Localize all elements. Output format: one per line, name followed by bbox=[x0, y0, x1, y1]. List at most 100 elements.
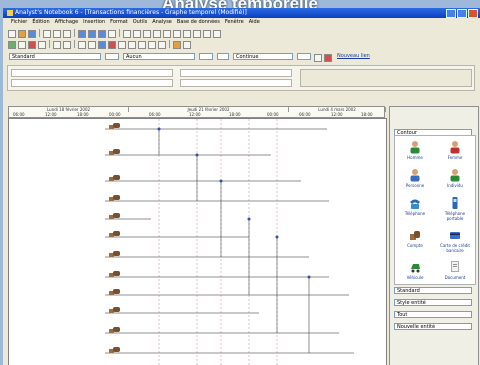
fill-color-icon[interactable] bbox=[108, 41, 116, 49]
open-icon[interactable] bbox=[18, 30, 26, 38]
account-entity[interactable] bbox=[109, 213, 121, 219]
account-entity[interactable] bbox=[109, 251, 121, 257]
undo-icon[interactable] bbox=[53, 41, 61, 49]
link-direction-icon[interactable] bbox=[324, 54, 332, 62]
zoom-fit-icon[interactable] bbox=[98, 30, 106, 38]
new-icon[interactable] bbox=[8, 30, 16, 38]
font-color-icon[interactable] bbox=[98, 41, 106, 49]
frame-icon[interactable] bbox=[148, 41, 156, 49]
menu-item[interactable]: Aide bbox=[249, 19, 260, 25]
gallery-item-label: Téléphone portable bbox=[444, 211, 466, 221]
event-point[interactable] bbox=[307, 275, 311, 279]
line-color-icon[interactable] bbox=[118, 41, 126, 49]
cut-icon[interactable] bbox=[43, 30, 51, 38]
account-entity[interactable] bbox=[109, 289, 121, 295]
add-entity-icon[interactable] bbox=[8, 41, 16, 49]
theme-line-icon[interactable] bbox=[153, 30, 161, 38]
key-icon[interactable] bbox=[183, 41, 191, 49]
menu-item[interactable]: Édition bbox=[32, 19, 49, 25]
account-entity[interactable] bbox=[109, 307, 121, 313]
event-frame-icon[interactable] bbox=[163, 30, 171, 38]
credit-card-icon bbox=[450, 232, 460, 239]
layout-icon[interactable] bbox=[143, 30, 151, 38]
account-entity[interactable] bbox=[109, 175, 121, 181]
shadow-icon[interactable] bbox=[158, 41, 166, 49]
timeline-chart[interactable] bbox=[8, 118, 387, 365]
entity-date-field[interactable] bbox=[11, 79, 173, 87]
grid-icon[interactable] bbox=[108, 30, 116, 38]
account-entity[interactable] bbox=[109, 327, 121, 333]
account-entity[interactable] bbox=[109, 195, 121, 201]
minimize-icon[interactable] bbox=[446, 9, 456, 18]
redo-icon[interactable] bbox=[63, 41, 71, 49]
gallery-item[interactable]: Document bbox=[437, 260, 473, 280]
gallery-item[interactable]: Femme bbox=[437, 140, 473, 160]
account-entity[interactable] bbox=[109, 149, 121, 155]
menu-item[interactable]: Insertion bbox=[83, 19, 105, 25]
gallery-item[interactable]: Homme bbox=[397, 140, 433, 160]
weight-select[interactable] bbox=[217, 53, 229, 60]
font-size-select[interactable] bbox=[105, 53, 119, 60]
size-select[interactable] bbox=[199, 53, 213, 60]
event-point[interactable] bbox=[247, 217, 251, 221]
gallery-item[interactable]: Individu bbox=[437, 168, 473, 188]
account-entity[interactable] bbox=[109, 231, 121, 237]
gallery-item[interactable]: Personne bbox=[397, 168, 433, 188]
property-select[interactable]: Nouvelle entité bbox=[394, 323, 472, 330]
entity-time-field[interactable] bbox=[180, 79, 292, 87]
picture-icon[interactable] bbox=[173, 41, 181, 49]
line-style-select[interactable]: Continue bbox=[233, 53, 293, 60]
add-link-icon[interactable] bbox=[18, 41, 26, 49]
text-icon[interactable] bbox=[213, 30, 221, 38]
account-entity[interactable] bbox=[109, 271, 121, 277]
entity-label-field[interactable] bbox=[180, 69, 292, 77]
menu-item[interactable]: Base de données bbox=[177, 19, 220, 25]
timeline-icon[interactable] bbox=[173, 30, 181, 38]
line-width-select[interactable] bbox=[297, 53, 311, 60]
close-icon[interactable] bbox=[468, 9, 478, 18]
menu-item[interactable]: Fenêtre bbox=[225, 19, 244, 25]
gallery-item[interactable]: Compte bbox=[397, 228, 433, 248]
font-select[interactable]: Standard bbox=[9, 53, 101, 60]
event-point[interactable] bbox=[219, 179, 223, 183]
copy-icon[interactable] bbox=[53, 30, 61, 38]
save-icon[interactable] bbox=[28, 30, 36, 38]
gallery-item[interactable]: Carte de crédit bancaire bbox=[437, 228, 473, 253]
event-point[interactable] bbox=[157, 127, 161, 131]
add-label-icon[interactable] bbox=[38, 41, 46, 49]
histogram-icon[interactable] bbox=[183, 30, 191, 38]
zoom-in-icon[interactable] bbox=[78, 30, 86, 38]
gallery-item[interactable]: Téléphone portable bbox=[437, 196, 473, 221]
event-point[interactable] bbox=[275, 235, 279, 239]
property-field[interactable]: Standard bbox=[394, 287, 472, 294]
add-event-icon[interactable] bbox=[28, 41, 36, 49]
property-field[interactable]: Style entité bbox=[394, 299, 472, 306]
select-icon[interactable] bbox=[203, 30, 211, 38]
zoom-out-icon[interactable] bbox=[88, 30, 96, 38]
style-select[interactable]: Aucun bbox=[123, 53, 195, 60]
paste-icon[interactable] bbox=[63, 30, 71, 38]
arrange-icon[interactable] bbox=[133, 30, 141, 38]
line-width-icon[interactable] bbox=[128, 41, 136, 49]
menu-item[interactable]: Outils bbox=[133, 19, 147, 25]
menu-item[interactable]: Fichier bbox=[11, 19, 27, 25]
link-type-icon[interactable] bbox=[314, 54, 322, 62]
italic-icon[interactable] bbox=[88, 41, 96, 49]
new-link-link[interactable]: Nouveau lien bbox=[335, 53, 381, 60]
property-field[interactable]: Tout bbox=[394, 311, 472, 318]
menu-item[interactable]: Analyse bbox=[152, 19, 172, 25]
bold-icon[interactable] bbox=[78, 41, 86, 49]
gallery-item[interactable]: Véhicule bbox=[397, 260, 433, 280]
arrow-style-icon[interactable] bbox=[138, 41, 146, 49]
maximize-icon[interactable] bbox=[457, 9, 467, 18]
gallery-item[interactable]: Téléphone bbox=[397, 196, 433, 216]
account-entity[interactable] bbox=[109, 123, 121, 129]
window-title: Analyst's Notebook 6 - [Transactions fin… bbox=[15, 9, 247, 16]
event-point[interactable] bbox=[195, 153, 199, 157]
menu-item[interactable]: Affichage bbox=[55, 19, 79, 25]
filter-icon[interactable] bbox=[193, 30, 201, 38]
align-icon[interactable] bbox=[123, 30, 131, 38]
entity-identity-field[interactable] bbox=[11, 69, 173, 77]
account-entity[interactable] bbox=[109, 347, 121, 353]
menu-item[interactable]: Format bbox=[110, 19, 128, 25]
